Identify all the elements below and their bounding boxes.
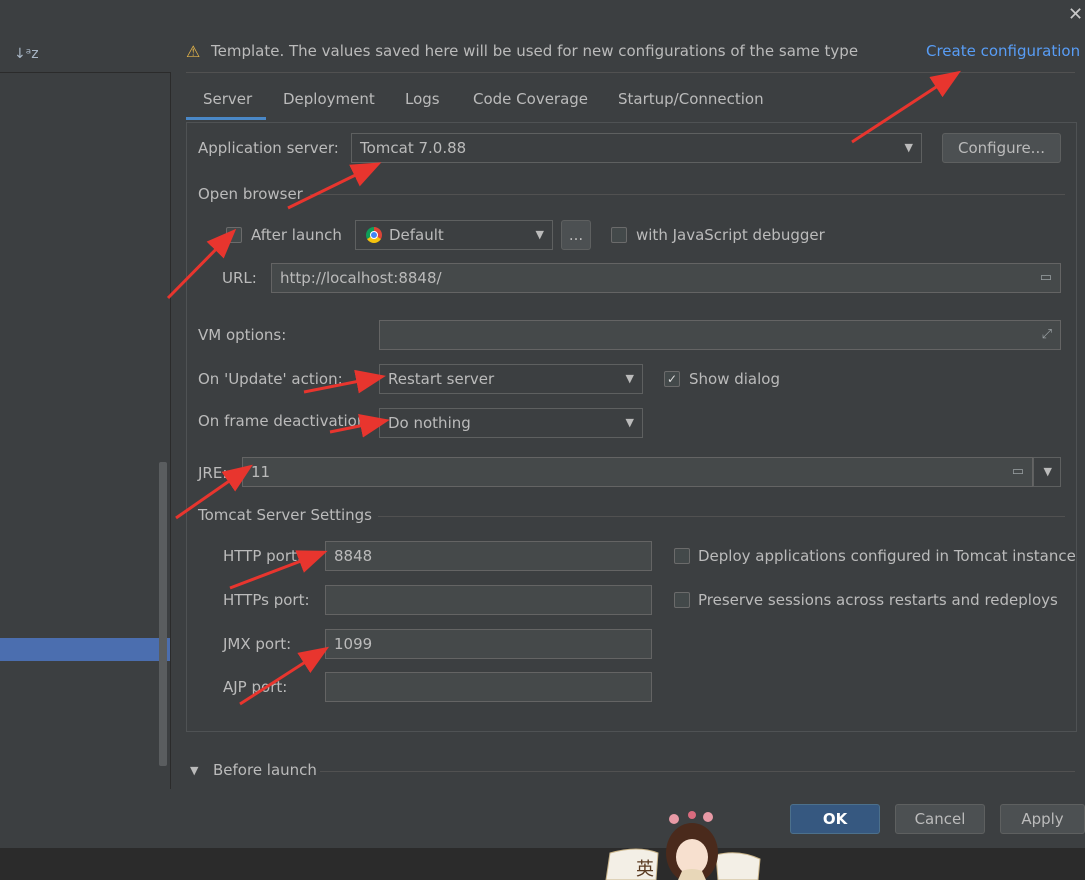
url-value: http://localhost:8848/ (280, 269, 442, 287)
tree-scrollbar[interactable] (159, 462, 167, 766)
jre-label: JRE: (198, 464, 228, 482)
url-label: URL: (222, 269, 257, 287)
tree-selected-item[interactable] (0, 638, 170, 661)
jre-value: 11 (251, 463, 271, 481)
update-action-label: On 'Update' action: (198, 370, 343, 388)
javascript-debugger-checkbox[interactable] (611, 227, 627, 243)
preserve-sessions-label: Preserve sessions across restarts and re… (698, 591, 1058, 609)
jre-input[interactable]: 11 ▭ (242, 457, 1033, 487)
tab-logs[interactable]: Logs (405, 90, 440, 108)
tomcat-settings-separator (378, 516, 1065, 517)
http-port-input[interactable]: 8848 (325, 541, 652, 571)
bottom-taskbar (0, 848, 1085, 880)
jre-dropdown-button[interactable]: ▼ (1033, 457, 1061, 487)
close-icon[interactable]: ✕ (1068, 4, 1083, 25)
update-action-dropdown[interactable]: Restart server ▼ (379, 364, 643, 394)
vm-options-input[interactable]: ⤢ (379, 320, 1061, 350)
tab-server[interactable]: Server (203, 90, 252, 108)
browser-value: Default (389, 226, 444, 244)
https-port-label: HTTPs port: (223, 591, 310, 609)
javascript-debugger-label: with JavaScript debugger (636, 226, 825, 244)
open-browser-label: Open browser (198, 185, 303, 203)
url-input[interactable]: http://localhost:8848/ ▭ (271, 263, 1061, 293)
browse-browser-button[interactable]: ... (561, 220, 591, 250)
after-launch-label: After launch (251, 226, 342, 244)
jmx-port-label: JMX port: (223, 635, 292, 653)
show-dialog-label: Show dialog (689, 370, 780, 388)
https-port-input[interactable] (325, 585, 652, 615)
header-separator (186, 72, 1075, 73)
create-configuration-link[interactable]: Create configuration (926, 42, 1080, 60)
expand-icon[interactable]: ⤢ (1042, 321, 1052, 349)
chrome-icon (366, 227, 382, 243)
folder-icon[interactable]: ▭ (1040, 264, 1052, 292)
apply-button[interactable]: Apply (1000, 804, 1085, 834)
tab-startup-connection[interactable]: Startup/Connection (618, 90, 764, 108)
mascot-text: 英 (636, 859, 654, 880)
ajp-port-input[interactable] (325, 672, 652, 702)
http-port-value: 8848 (334, 547, 373, 565)
jmx-port-value: 1099 (334, 635, 373, 653)
tomcat-settings-label: Tomcat Server Settings (198, 506, 372, 524)
tab-code-coverage[interactable]: Code Coverage (473, 90, 588, 108)
chevron-down-icon: ▼ (625, 372, 634, 385)
frame-deactivation-dropdown[interactable]: Do nothing ▼ (379, 408, 643, 438)
http-port-label: HTTP port: (223, 547, 302, 565)
application-server-dropdown[interactable]: Tomcat 7.0.88 ▼ (351, 133, 922, 163)
deploy-apps-checkbox[interactable] (674, 548, 690, 564)
template-notice: Template. The values saved here will be … (211, 42, 859, 60)
chevron-down-icon: ▼ (535, 228, 544, 241)
configuration-tree-panel (0, 72, 171, 789)
chevron-down-icon: ▼ (904, 141, 913, 154)
application-server-value: Tomcat 7.0.88 (360, 139, 467, 157)
folder-icon[interactable]: ▭ (1012, 458, 1024, 486)
chevron-down-icon: ▼ (625, 416, 634, 429)
after-launch-checkbox[interactable] (226, 227, 242, 243)
open-browser-separator (310, 194, 1065, 195)
deploy-apps-label: Deploy applications configured in Tomcat… (698, 547, 1076, 565)
show-dialog-checkbox[interactable]: ✓ (664, 371, 680, 387)
ok-button[interactable]: OK (790, 804, 880, 834)
cancel-button[interactable]: Cancel (895, 804, 985, 834)
configure-button[interactable]: Configure... (942, 133, 1061, 163)
application-server-label: Application server: (198, 139, 339, 157)
sort-alphabetically-icon[interactable]: ↓ᵃz (14, 46, 39, 62)
vm-options-label: VM options: (198, 326, 287, 344)
collapse-triangle-icon[interactable]: ▼ (190, 764, 198, 777)
mascot-image: 英 (605, 811, 761, 880)
browser-dropdown[interactable]: Default ▼ (355, 220, 553, 250)
update-action-value: Restart server (388, 370, 495, 388)
before-launch-separator (320, 771, 1075, 772)
active-tab-indicator (186, 117, 266, 120)
tab-deployment[interactable]: Deployment (283, 90, 375, 108)
preserve-sessions-checkbox[interactable] (674, 592, 690, 608)
frame-deactivation-value: Do nothing (388, 414, 471, 432)
before-launch-label[interactable]: Before launch (213, 761, 317, 779)
jmx-port-input[interactable]: 1099 (325, 629, 652, 659)
ajp-port-label: AJP port: (223, 678, 288, 696)
frame-deactivation-label: On frame deactivation: (198, 412, 372, 430)
warning-icon: ⚠ (186, 42, 201, 61)
chevron-down-icon: ▼ (1043, 465, 1052, 478)
